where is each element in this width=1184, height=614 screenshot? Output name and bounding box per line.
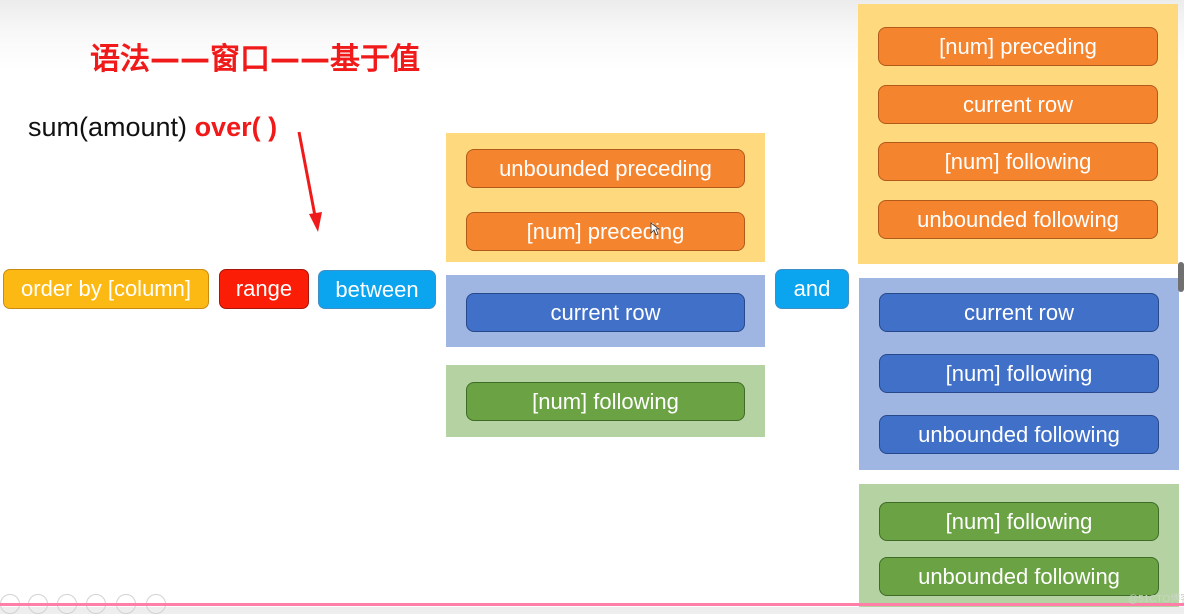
end-green-num-following: [num] following [879, 502, 1159, 541]
formula-prefix: sum(amount) [28, 112, 195, 142]
start-num-following: [num] following [466, 382, 745, 421]
start-num-preceding: [num] preceding [466, 212, 745, 251]
end-group-green: [num] following unbounded following [859, 484, 1179, 607]
formula-close-paren: ) [268, 112, 278, 142]
scrollbar-thumb[interactable] [1178, 262, 1184, 292]
watermark: @51CTO博客 [1128, 594, 1184, 605]
cursor-icon [650, 222, 660, 236]
progress-bar[interactable] [0, 603, 1184, 606]
start-group-current: current row [446, 275, 765, 347]
start-group-following: [num] following [446, 365, 765, 437]
slide-title: 语法——窗口——基于值 [90, 42, 420, 77]
formula-gap [261, 112, 269, 142]
end-group-blue: current row [num] following unbounded fo… [859, 278, 1179, 470]
arrow-head [309, 212, 322, 232]
arrow-down-icon [297, 131, 322, 232]
end-blue-current-row: current row [879, 293, 1159, 332]
end-num-preceding: [num] preceding [878, 27, 1158, 66]
formula: sum(amount) over( ) [28, 112, 277, 143]
arrow-shaft [297, 131, 317, 217]
range-chip: range [219, 269, 309, 309]
formula-over-keyword: over( [194, 112, 261, 142]
end-blue-unbounded-following: unbounded following [879, 415, 1159, 454]
end-current-row: current row [878, 85, 1158, 124]
end-group-orange: [num] preceding current row [num] follow… [858, 4, 1178, 264]
and-chip: and [775, 269, 849, 309]
start-unbounded-preceding: unbounded preceding [466, 149, 745, 188]
order-by-chip: order by [column] [3, 269, 209, 309]
end-blue-num-following: [num] following [879, 354, 1159, 393]
end-unbounded-following: unbounded following [878, 200, 1158, 239]
start-group-preceding: unbounded preceding [num] preceding [446, 133, 765, 262]
end-green-unbounded-following: unbounded following [879, 557, 1159, 596]
end-num-following: [num] following [878, 142, 1158, 181]
between-chip: between [318, 270, 436, 309]
start-current-row: current row [466, 293, 745, 332]
